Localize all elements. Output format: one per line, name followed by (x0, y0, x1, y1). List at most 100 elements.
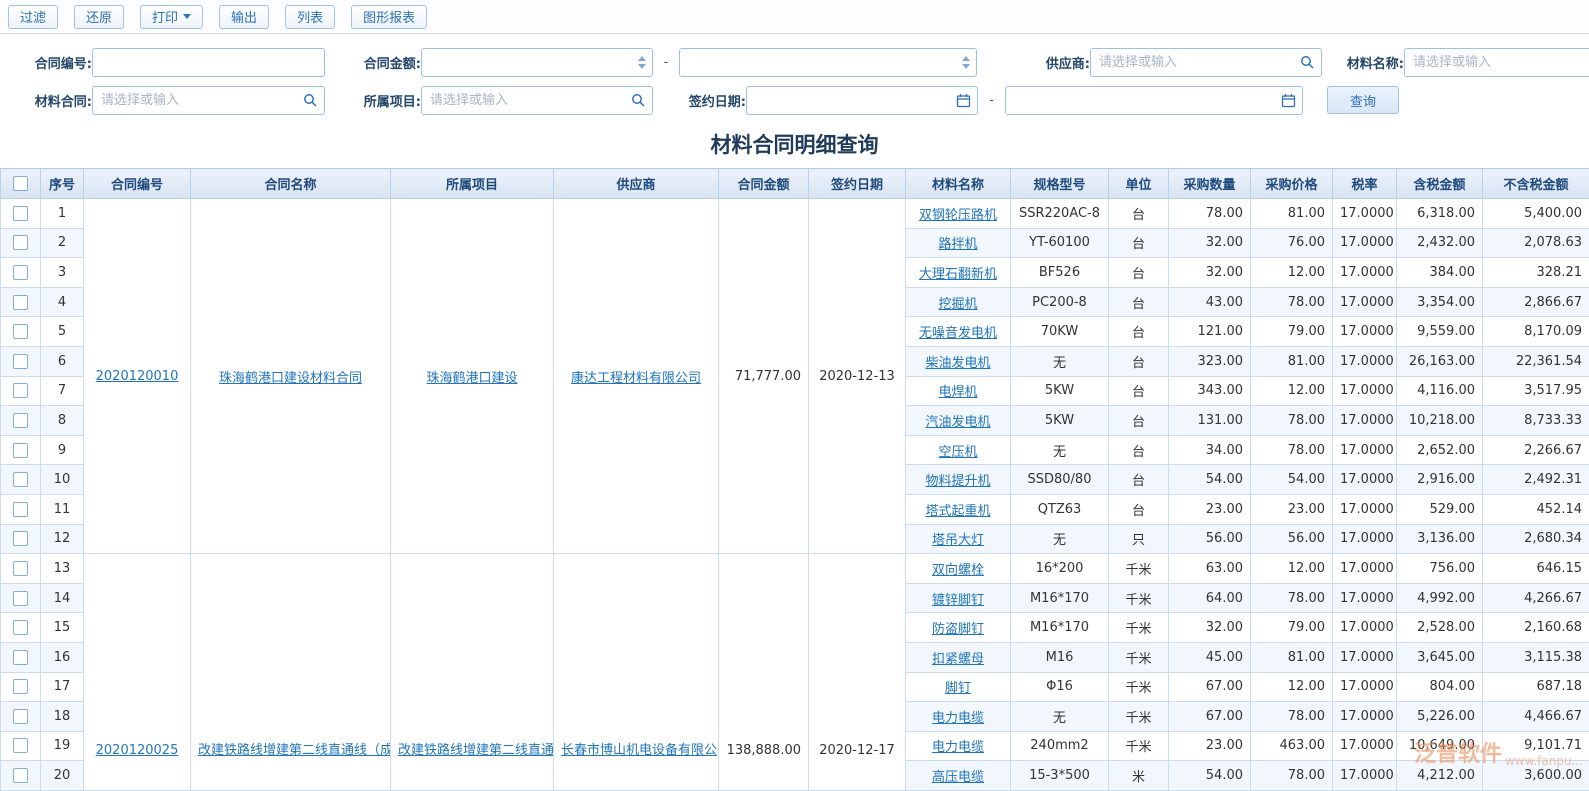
graph-report-button[interactable]: 图形报表 (351, 5, 427, 29)
row-checkbox[interactable] (13, 738, 28, 753)
row-checkbox[interactable] (13, 591, 28, 606)
material-link[interactable]: 塔式起重机 (925, 504, 990, 519)
material-link[interactable]: 空压机 (938, 445, 977, 460)
material-link[interactable]: 挖掘机 (938, 297, 977, 312)
restore-button[interactable]: 还原 (74, 5, 124, 29)
row-number: 9 (41, 435, 84, 465)
material-link[interactable]: 电力电缆 (932, 711, 984, 726)
qty-cell: 23.00 (1169, 494, 1251, 524)
project-link[interactable]: 珠海鹤港口建设 (426, 371, 517, 386)
contract-no-field[interactable] (99, 48, 318, 77)
project-search-icon[interactable] (631, 93, 646, 108)
header-tax-amount: 含税金额 (1397, 169, 1483, 199)
amount-max-spinner[interactable] (957, 56, 970, 69)
list-view-button[interactable]: 列表 (285, 5, 335, 29)
supplier-link[interactable]: 康达工程材料有限公司 (571, 371, 701, 386)
row-checkbox[interactable] (13, 354, 28, 369)
contract-no-link[interactable]: 2020120025 (96, 743, 179, 758)
material-link[interactable]: 路拌机 (938, 237, 977, 252)
row-checkbox[interactable] (13, 235, 28, 250)
row-number: 15 (41, 613, 84, 643)
tax-rate-cell: 17.0000 (1333, 287, 1397, 317)
material-link[interactable]: 双钢轮压路机 (919, 208, 997, 223)
material-link[interactable]: 柴油发电机 (925, 356, 990, 371)
row-checkbox[interactable] (13, 472, 28, 487)
row-checkbox[interactable] (13, 650, 28, 665)
qty-cell: 32.00 (1169, 228, 1251, 258)
no-tax-amount-cell: 2,866.67 (1483, 287, 1589, 317)
contract-amount-max-field[interactable] (686, 48, 957, 77)
row-checkbox[interactable] (13, 561, 28, 576)
header-contract-amount: 合同金额 (719, 169, 809, 199)
material-link[interactable]: 脚钉 (945, 681, 971, 696)
price-cell: 79.00 (1251, 613, 1333, 643)
project-link[interactable]: 改建铁路线增建第二线直通 (398, 743, 554, 758)
unit-cell: 台 (1109, 258, 1169, 288)
row-checkbox[interactable] (13, 443, 28, 458)
price-cell: 78.00 (1251, 435, 1333, 465)
sign-date-end-field[interactable] (1012, 86, 1281, 115)
material-link[interactable]: 电力电缆 (932, 740, 984, 755)
contract-amount-min-field[interactable] (428, 48, 633, 77)
material-contract-search-icon[interactable] (303, 93, 318, 108)
material-link[interactable]: 防盗脚钉 (932, 622, 984, 637)
contract-no-link[interactable]: 2020120010 (96, 369, 179, 384)
supplier-input (1090, 48, 1322, 77)
material-contract-field[interactable] (99, 86, 303, 115)
contract-no-cell: 2020120025 (84, 554, 191, 791)
supplier-link[interactable]: 长春市博山机电设备有限公 (561, 743, 717, 758)
calendar-icon[interactable] (1281, 93, 1296, 108)
supplier-search-icon[interactable] (1300, 55, 1315, 70)
price-cell: 12.00 (1251, 672, 1333, 702)
sign-date-start-field[interactable] (753, 86, 956, 115)
contract-name-link[interactable]: 改建铁路线增建第二线直通线（成 (198, 743, 391, 758)
no-tax-amount-cell: 646.15 (1483, 554, 1589, 584)
material-cell: 塔吊大灯 (906, 524, 1011, 554)
row-checkbox[interactable] (13, 265, 28, 280)
material-link[interactable]: 塔吊大灯 (932, 533, 984, 548)
supplier-field[interactable] (1097, 48, 1300, 77)
export-button[interactable]: 输出 (219, 5, 269, 29)
material-link[interactable]: 物料提升机 (925, 474, 990, 489)
material-link[interactable]: 无噪音发电机 (919, 326, 997, 341)
tax-amount-cell: 384.00 (1397, 258, 1483, 288)
no-tax-amount-cell: 2,680.34 (1483, 524, 1589, 554)
print-button[interactable]: 打印 (140, 5, 203, 29)
row-checkbox[interactable] (13, 620, 28, 635)
filter-button[interactable]: 过滤 (8, 5, 58, 29)
list-view-button-label: 列表 (297, 7, 323, 26)
material-cell: 大理石翻新机 (906, 258, 1011, 288)
row-checkbox[interactable] (13, 413, 28, 428)
material-link[interactable]: 大理石翻新机 (919, 267, 997, 282)
calendar-icon[interactable] (956, 93, 971, 108)
row-checkbox[interactable] (13, 531, 28, 546)
row-checkbox[interactable] (13, 324, 28, 339)
row-checkbox[interactable] (13, 383, 28, 398)
amount-min-spinner[interactable] (633, 56, 646, 69)
row-checkbox[interactable] (13, 502, 28, 517)
row-number: 1 (41, 199, 84, 229)
row-number: 16 (41, 642, 84, 672)
material-link[interactable]: 扣紧螺母 (932, 652, 984, 667)
material-link[interactable]: 镀锌脚钉 (932, 593, 984, 608)
price-cell: 12.00 (1251, 258, 1333, 288)
material-link[interactable]: 双向螺栓 (932, 563, 984, 578)
row-checkbox[interactable] (13, 679, 28, 694)
material-link[interactable]: 汽油发电机 (925, 415, 990, 430)
header-contract-name: 合同名称 (191, 169, 391, 199)
row-checkbox[interactable] (13, 709, 28, 724)
row-checkbox[interactable] (13, 295, 28, 310)
material-link[interactable]: 高压电缆 (932, 770, 984, 785)
no-tax-amount-cell: 2,266.67 (1483, 435, 1589, 465)
contract-name-link[interactable]: 珠海鹤港口建设材料合同 (219, 371, 362, 386)
project-field[interactable] (428, 86, 631, 115)
select-all-checkbox[interactable] (13, 176, 28, 191)
unit-cell: 台 (1109, 435, 1169, 465)
sign-date-end-input (1005, 86, 1303, 115)
material-cell: 柴油发电机 (906, 346, 1011, 376)
row-checkbox[interactable] (13, 206, 28, 221)
material-link[interactable]: 电焊机 (938, 385, 977, 400)
material-name-field[interactable] (1411, 48, 1589, 77)
query-button[interactable]: 查询 (1327, 86, 1399, 114)
tax-amount-cell: 6,318.00 (1397, 199, 1483, 229)
